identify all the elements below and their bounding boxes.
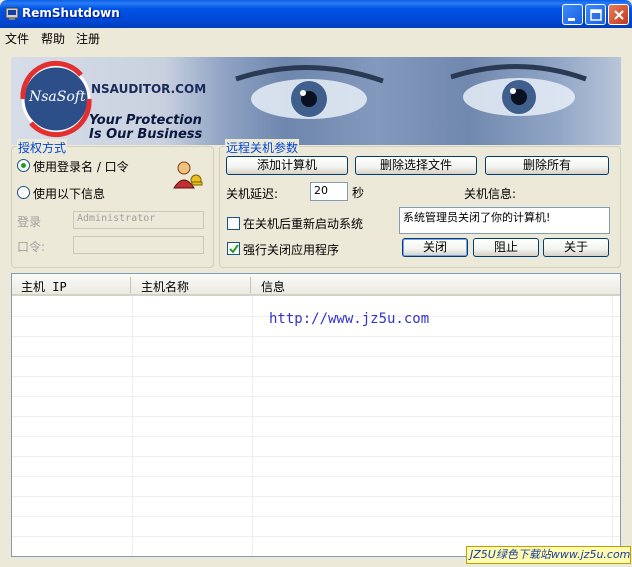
remove-all-button[interactable]: 删除所有 xyxy=(485,156,609,175)
banner: NsaSoft NSAUDITOR.COM Your Protection Is… xyxy=(11,57,621,145)
logo-text: NsaSoft xyxy=(29,89,86,105)
auth-option-custom-radio[interactable] xyxy=(17,186,30,199)
grid-line xyxy=(12,536,620,537)
host-list[interactable]: 主机 IP 主机名称 信息 http://www.jz5u.com xyxy=(11,273,621,557)
users-key-icon xyxy=(173,161,203,189)
shutdown-button[interactable]: 关闭 xyxy=(402,238,468,257)
column-separator[interactable] xyxy=(250,277,251,293)
slogan-line1: Your Protection xyxy=(89,113,202,128)
password-label: 口令: xyxy=(17,240,46,254)
close-window-button[interactable] xyxy=(608,4,629,25)
menu-help[interactable]: 帮助 xyxy=(41,30,65,47)
menu-bar: 文件 帮助 注册 xyxy=(0,28,632,48)
checkmark-icon xyxy=(229,244,239,254)
minimize-icon xyxy=(568,18,575,21)
force-close-checkbox[interactable] xyxy=(227,242,240,255)
grid-line xyxy=(12,356,620,357)
auth-option-login-radio[interactable] xyxy=(17,159,30,172)
auth-option-custom-label[interactable]: 使用以下信息 xyxy=(33,185,105,202)
grid-line xyxy=(12,396,620,397)
app-icon xyxy=(5,7,19,20)
menu-register[interactable]: 注册 xyxy=(76,30,100,47)
watermark: JZ5U绿色下载站www.jz5u.com xyxy=(466,546,631,564)
restart-label[interactable]: 在关机后重新启动系统 xyxy=(243,215,363,232)
add-computer-button[interactable]: 添加计算机 xyxy=(226,156,348,175)
delay-input[interactable]: 20 xyxy=(310,182,348,201)
restart-checkbox[interactable] xyxy=(227,217,240,230)
host-list-header: 主机 IP 主机名称 信息 xyxy=(12,274,620,296)
grid-line xyxy=(12,336,620,337)
login-field[interactable]: Administrator xyxy=(73,211,204,229)
slogan-line2: Is Our Business xyxy=(89,127,203,142)
force-close-label[interactable]: 强行关闭应用程序 xyxy=(243,241,339,258)
grid-line xyxy=(12,476,620,477)
grid-line xyxy=(12,456,620,457)
delay-unit: 秒 xyxy=(352,186,365,200)
password-field[interactable] xyxy=(73,236,204,254)
site-url: http://www.jz5u.com xyxy=(269,311,430,327)
message-label: 关机信息: xyxy=(464,187,517,201)
auth-option-login-label[interactable]: 使用登录名 / 口令 xyxy=(33,158,129,175)
auth-group-title: 授权方式 xyxy=(17,139,68,156)
maximize-icon xyxy=(590,9,602,21)
about-button[interactable]: 关于 xyxy=(543,238,609,257)
delay-label: 关机延迟: xyxy=(226,187,279,201)
close-icon xyxy=(614,10,624,20)
column-host-ip[interactable]: 主机 IP xyxy=(21,278,67,295)
column-host-name[interactable]: 主机名称 xyxy=(141,278,189,295)
column-separator[interactable] xyxy=(130,277,131,293)
grid-line xyxy=(12,496,620,497)
login-label: 登录 xyxy=(17,215,42,229)
abort-button[interactable]: 阻止 xyxy=(473,238,539,257)
grid-line xyxy=(12,516,620,517)
maximize-button[interactable] xyxy=(585,4,606,25)
message-input[interactable]: 系统管理员关闭了你的计算机! xyxy=(399,207,610,234)
title-bar[interactable]: RemShutdown xyxy=(0,0,632,28)
menu-file[interactable]: 文件 xyxy=(5,30,29,47)
column-info[interactable]: 信息 xyxy=(261,278,285,295)
minimize-button[interactable] xyxy=(562,4,583,25)
remote-group-title: 远程关机参数 xyxy=(225,139,300,156)
remove-selected-button[interactable]: 删除选择文件 xyxy=(355,156,477,175)
grid-line xyxy=(12,376,620,377)
site-text: NSAUDITOR.COM xyxy=(91,82,207,96)
grid-line xyxy=(12,436,620,437)
window-title: RemShutdown xyxy=(22,6,120,20)
grid-line xyxy=(12,416,620,417)
